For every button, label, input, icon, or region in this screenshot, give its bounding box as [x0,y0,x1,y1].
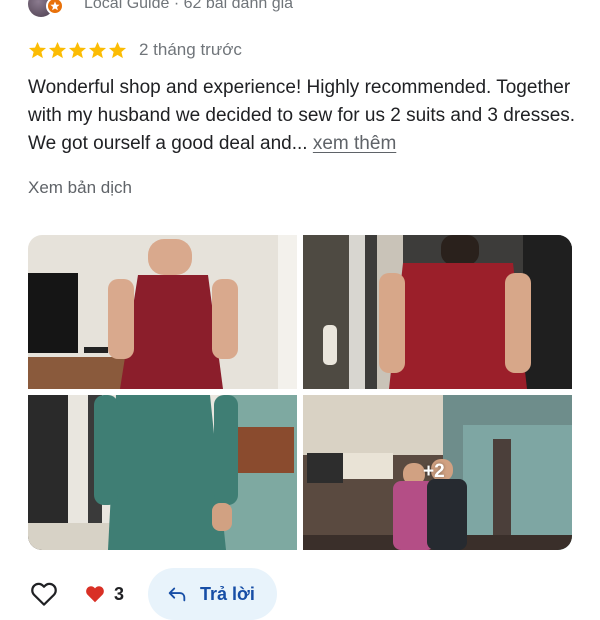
reviewer-meta: Local Guide · 62 bài đánh giá [84,0,294,12]
review-body: Wonderful shop and experience! Highly re… [28,77,576,154]
reply-label: Trả lời [200,583,255,604]
reaction-count: 3 [114,583,125,604]
heart-filled-icon [86,586,104,603]
star-icon [108,41,127,58]
star-icon [88,41,107,58]
review-photo-3[interactable] [28,395,297,550]
review-time: 2 tháng trước [139,40,242,59]
more-photos-count[interactable]: +2 [423,461,445,483]
heart-outline-icon [31,582,57,606]
star-icon [68,41,87,58]
review-photo-4[interactable]: +2 [303,395,572,550]
reviewer-header: Local Guide · 62 bài đánh giá [28,0,293,18]
review-actions: 3 Trả lời [28,568,277,620]
review-text: Wonderful shop and experience! Highly re… [28,74,578,158]
translate-link[interactable]: Xem bản dịch [28,178,132,198]
local-guide-badge-icon [46,0,64,15]
reply-button[interactable]: Trả lời [148,568,277,620]
review-photo-2[interactable] [303,235,572,389]
photo-grid: +2 [28,235,572,550]
rating-row: 2 tháng trước [28,38,242,62]
reaction-summary[interactable]: 3 [84,583,124,605]
like-button[interactable] [28,578,60,610]
reply-arrow-icon [168,587,186,602]
star-rating [28,41,127,60]
reviewer-avatar-group[interactable] [28,0,64,17]
star-icon [28,41,47,58]
review-photo-1[interactable] [28,235,297,389]
read-more-link[interactable]: xem thêm [313,133,396,154]
star-icon [48,41,67,58]
